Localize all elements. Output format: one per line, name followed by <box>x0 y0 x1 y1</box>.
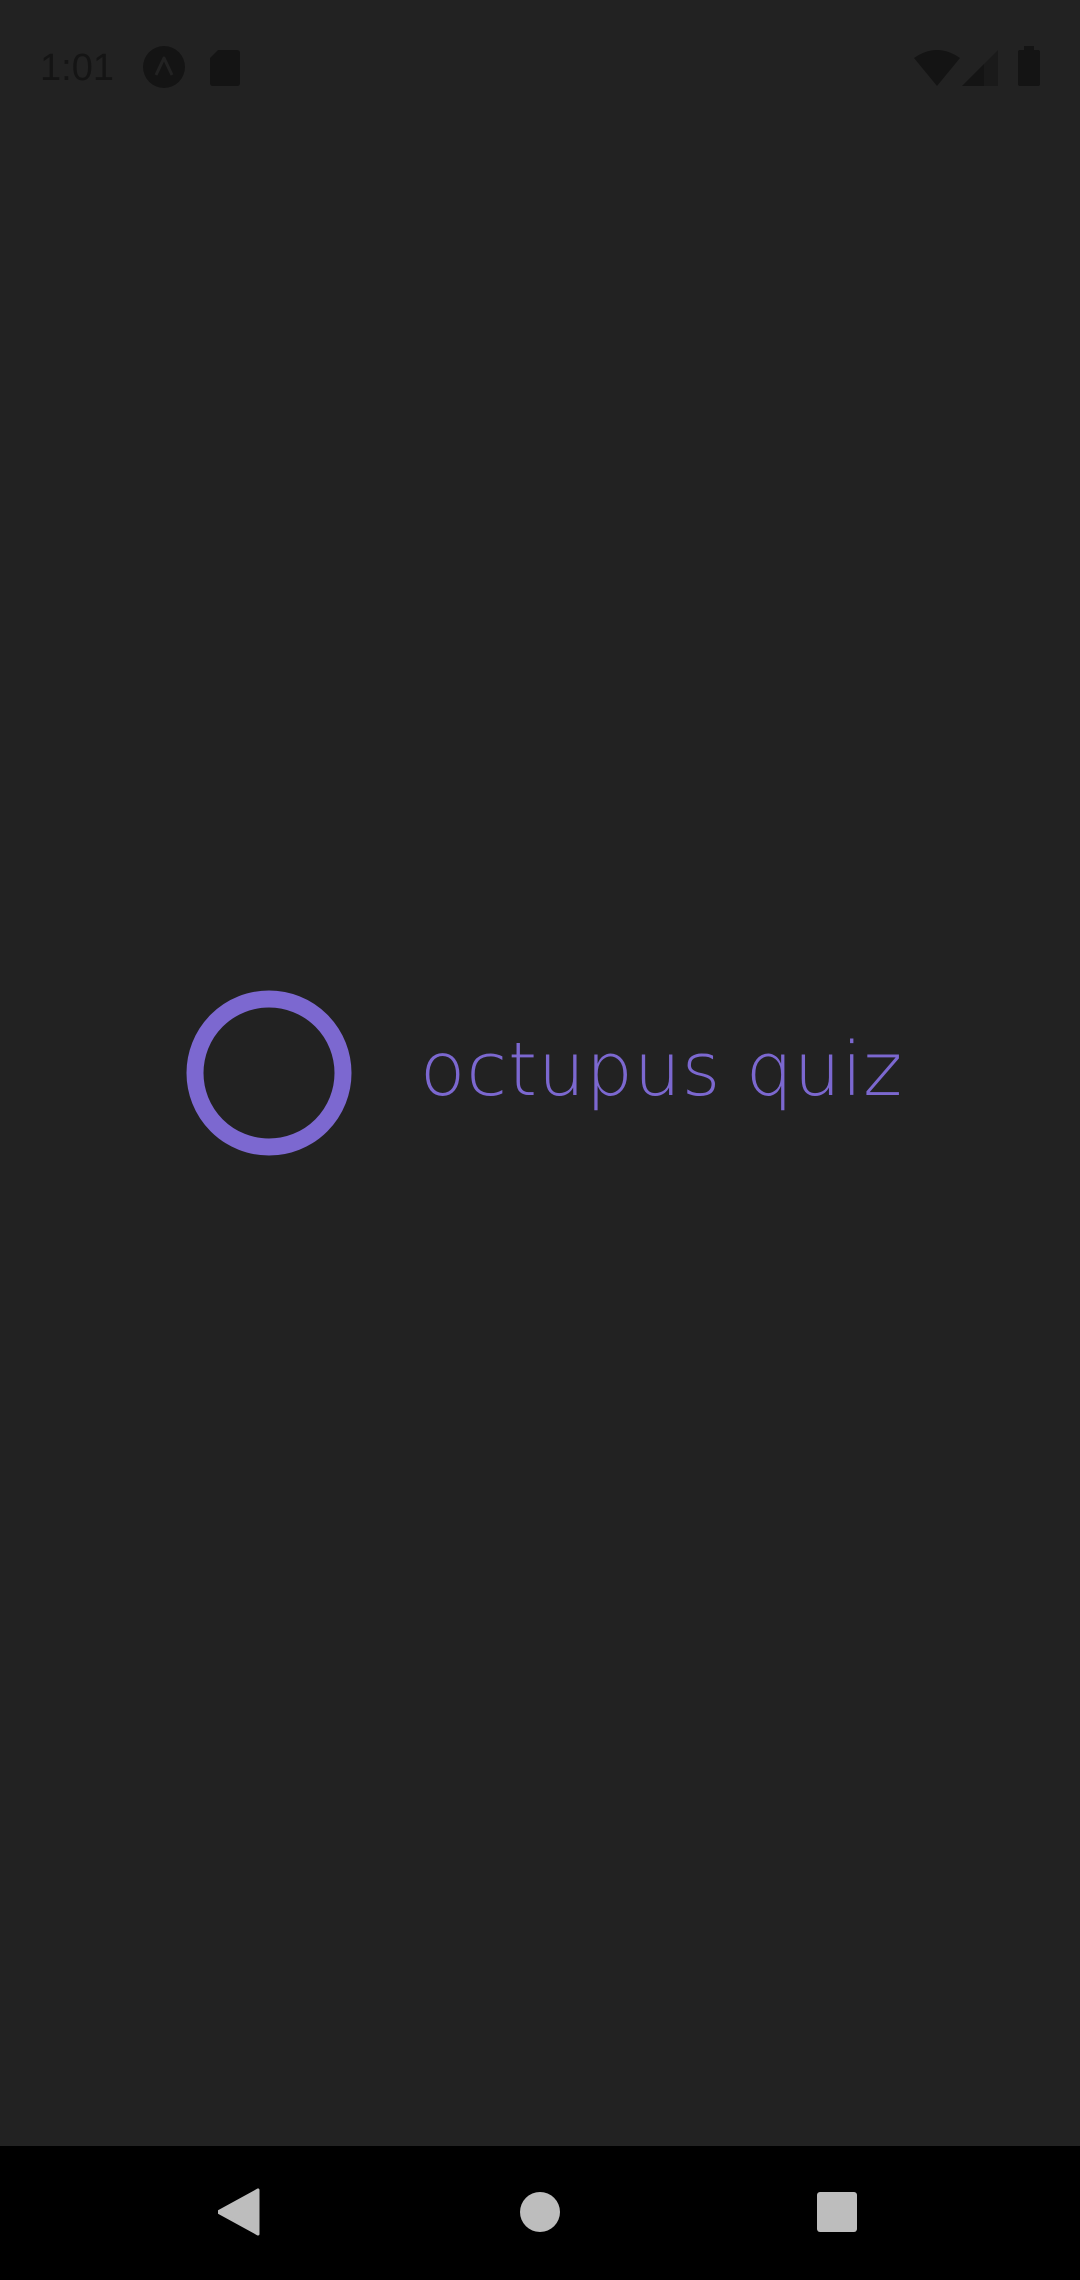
navigation-bar <box>0 2146 1080 2280</box>
back-icon[interactable] <box>218 2188 260 2236</box>
ring-logo-icon <box>186 990 352 1156</box>
signal-icon <box>962 50 998 86</box>
status-time: 1:01 <box>40 47 114 89</box>
recents-icon[interactable] <box>817 2192 857 2232</box>
battery-icon <box>1018 46 1040 86</box>
status-bar: 1:01 <box>0 0 1080 136</box>
wifi-icon <box>914 50 960 86</box>
splash-screen: 1:01 octupus quiz <box>0 0 1080 2280</box>
sd-card-icon <box>210 50 240 86</box>
home-icon[interactable] <box>520 2192 560 2232</box>
assistant-icon <box>143 46 185 88</box>
app-name: octupus quiz <box>420 1027 904 1113</box>
